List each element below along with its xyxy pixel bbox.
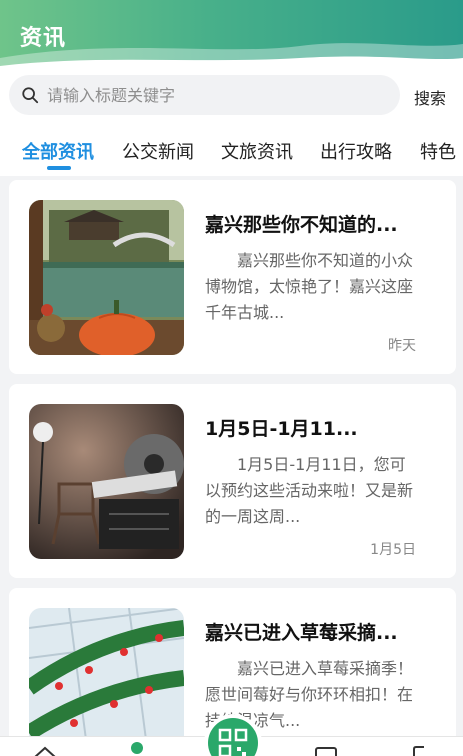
tab-all-news[interactable]: 全部资讯 [22,138,94,164]
news-card[interactable]: 嘉兴那些你不知道的... 嘉兴那些你不知道的小众博物馆，太惊艳了！嘉兴这座千年古… [9,180,456,374]
article-date: 昨天 [388,338,416,354]
film-clapperboard-image [29,404,184,559]
tab-featured[interactable]: 特色 [420,138,456,164]
article-date: 1月5日 [370,542,416,558]
page-title: 资讯 [20,26,67,51]
article-thumbnail [29,608,184,756]
qr-scan-icon [218,728,248,756]
tab-travel-guide[interactable]: 出行攻略 [320,138,392,164]
article-summary: 1月5日-1月11日，您可以预约这些活动来啦！又是新的一周这周... [205,455,414,526]
article-thumbnail [29,404,184,559]
card-icon[interactable] [314,745,338,756]
search-field[interactable] [9,75,400,115]
home-icon[interactable] [33,745,57,756]
qr-scan-button[interactable] [208,718,258,756]
search-bar: 搜索 [0,66,463,126]
strawberry-greenhouse-image [29,608,184,756]
news-card[interactable]: 1月5日-1月11... 1月5日-1月11日，您可以预约这些活动来啦！又是新的… [9,384,456,578]
search-button[interactable]: 搜索 [414,85,446,109]
active-tab-indicator [47,166,71,170]
tab-culture-tourism[interactable]: 文旅资讯 [221,138,293,164]
article-title: 嘉兴已进入草莓采摘... [205,622,398,644]
tab-bus-news[interactable]: 公交新闻 [122,138,194,164]
article-title: 1月5日-1月11... [205,418,358,440]
article-title: 嘉兴那些你不知道的... [205,214,398,236]
garden-pumpkin-image [29,200,184,355]
search-input[interactable] [47,85,367,105]
search-icon [22,87,39,104]
header-wave-decoration [0,43,463,66]
profile-icon[interactable] [410,745,430,756]
news-nav-icon[interactable] [130,741,144,755]
article-thumbnail [29,200,184,355]
page-header: 资讯 [0,0,463,66]
article-summary: 嘉兴那些你不知道的小众博物馆，太惊艳了！嘉兴这座千年古城... [205,251,414,322]
category-tabs: 全部资讯 公交新闻 文旅资讯 出行攻略 特色 [0,126,463,176]
